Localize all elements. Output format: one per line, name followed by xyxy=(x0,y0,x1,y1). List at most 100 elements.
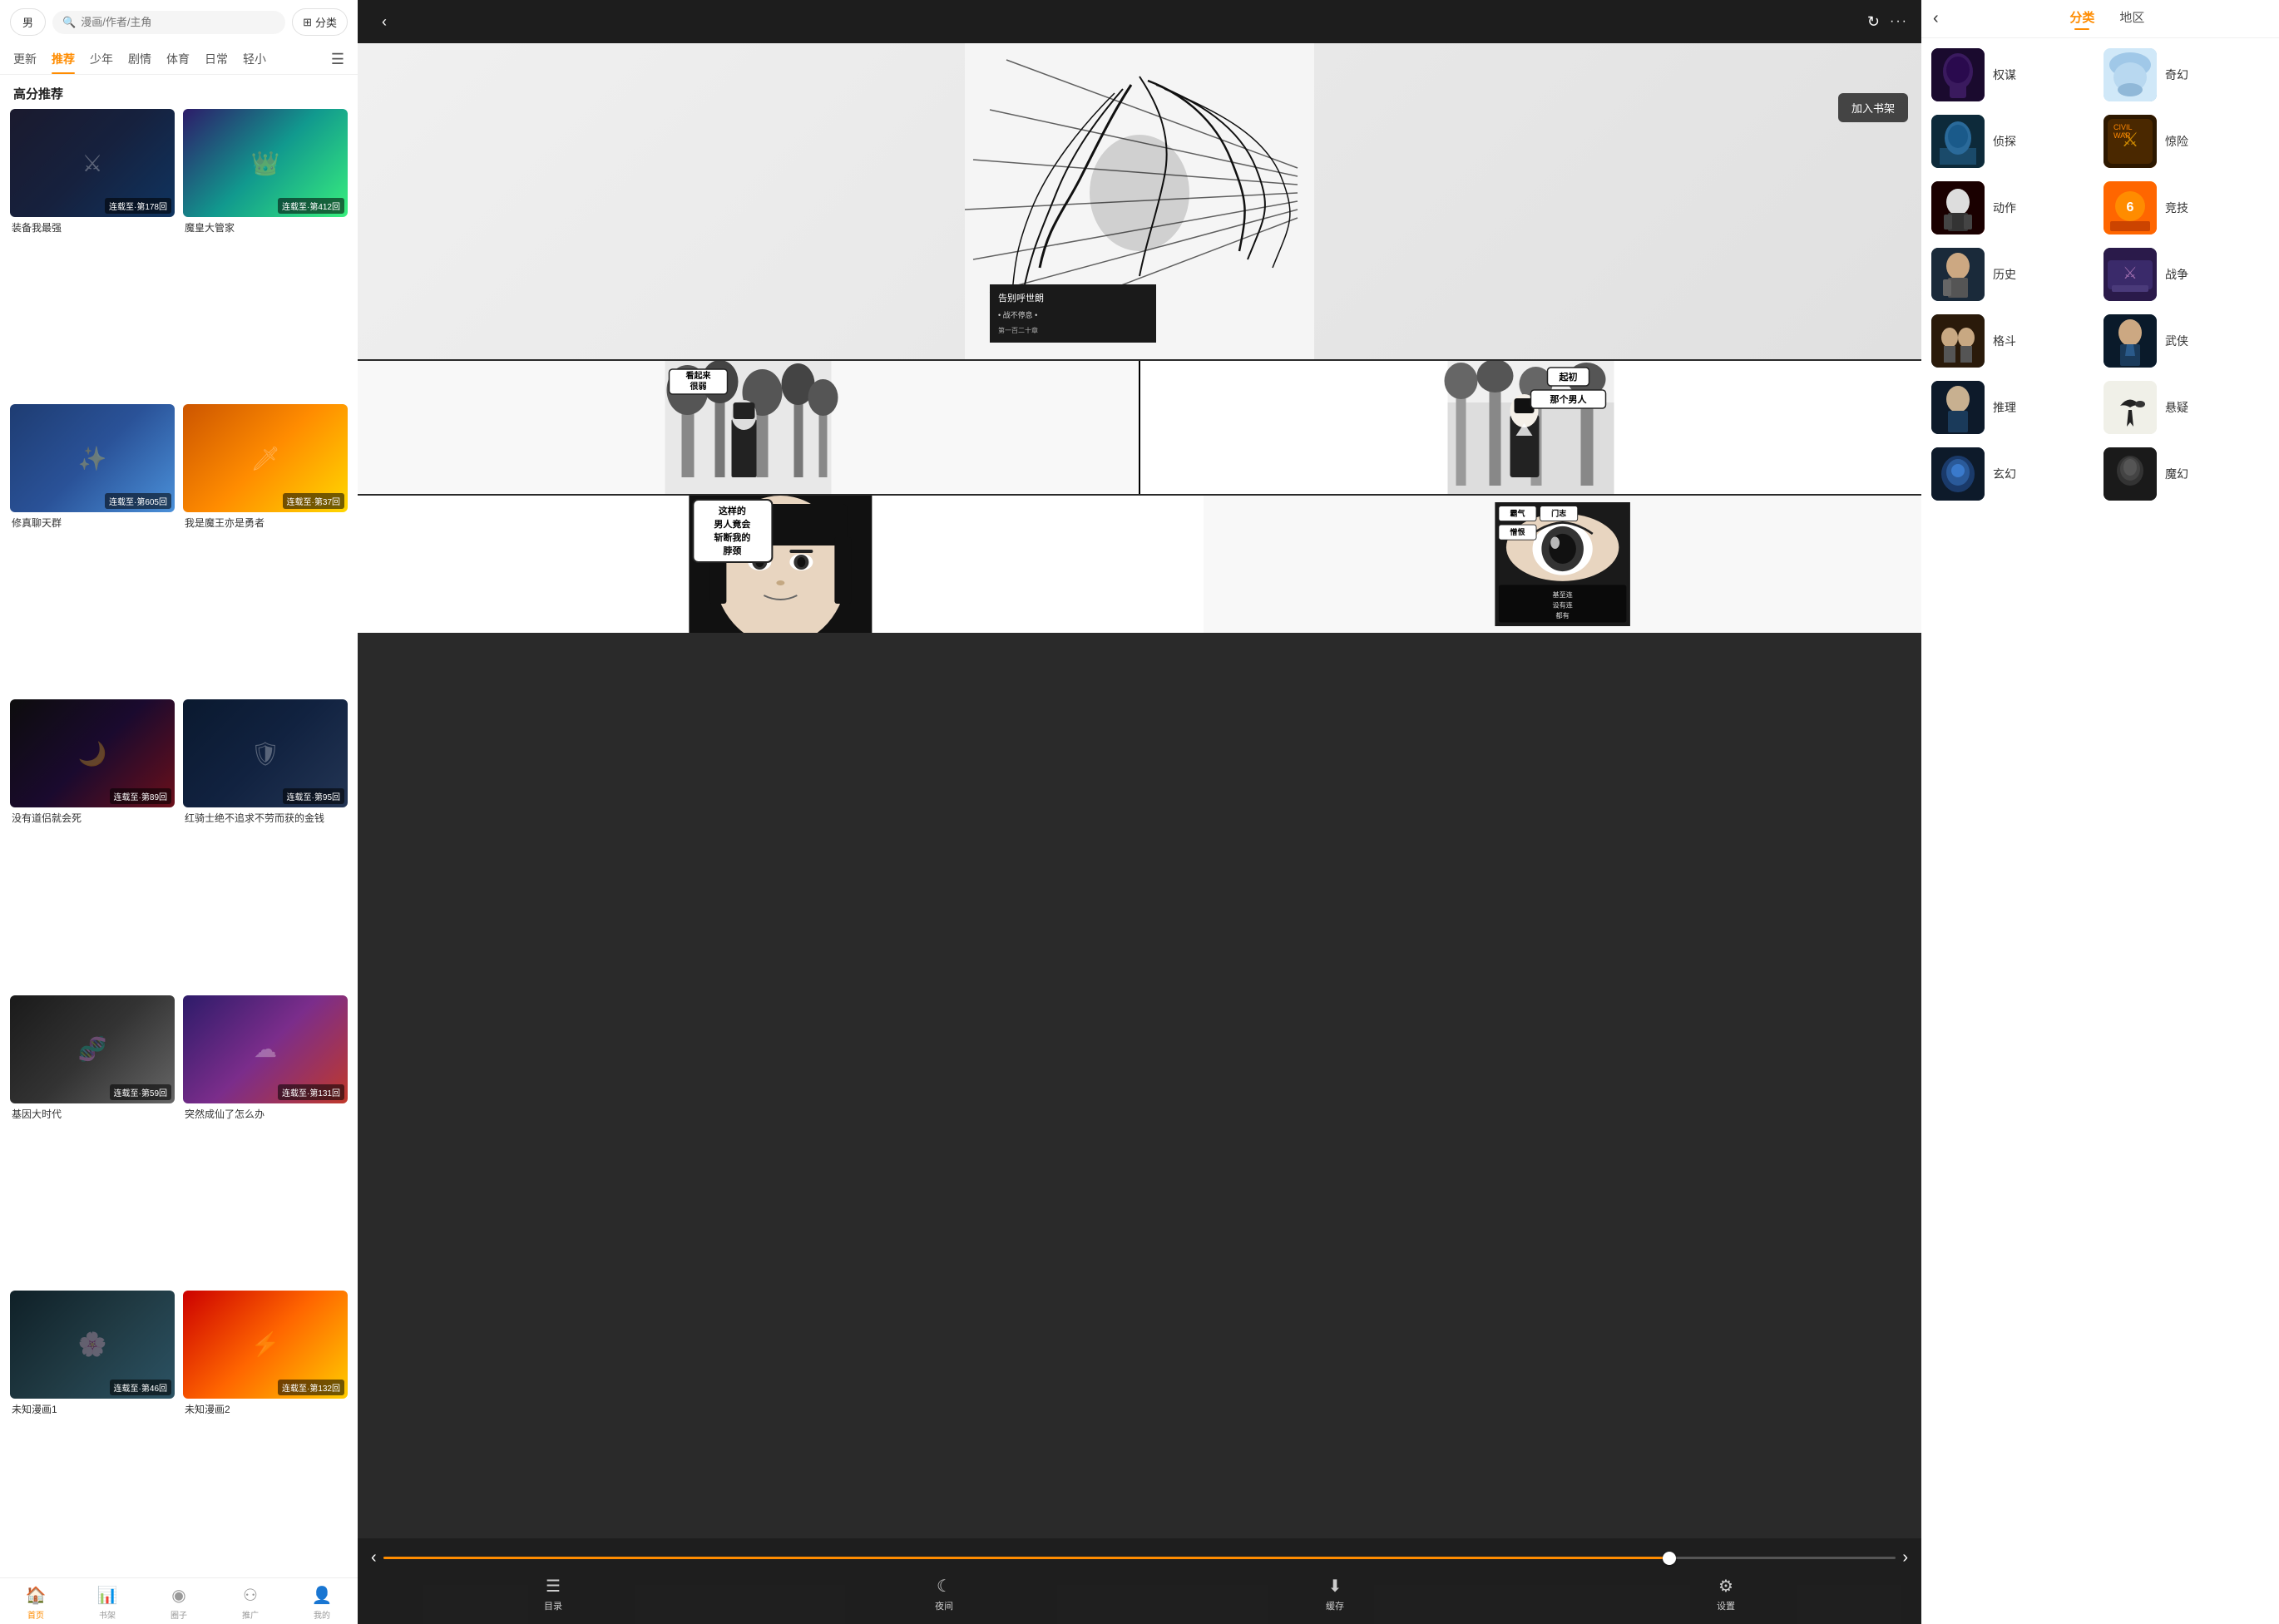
list-item[interactable]: 🌸 连载至·第46回 未知漫画1 xyxy=(10,1291,175,1577)
tab-light[interactable]: 轻小 xyxy=(243,44,266,74)
download-icon: ⬇ xyxy=(1328,1576,1342,1597)
progress-thumb[interactable] xyxy=(1663,1552,1676,1565)
svg-text:斩断我的: 斩断我的 xyxy=(714,531,750,543)
list-item[interactable]: 👑 连载至·第412回 魔皇大管家 xyxy=(183,109,348,396)
manga-thumb-7: 🧬 连载至·第59回 xyxy=(10,995,175,1103)
genre-thumb-lishi xyxy=(1931,248,1985,301)
section-title: 高分推荐 xyxy=(0,75,358,109)
tab-shonen[interactable]: 少年 xyxy=(90,44,113,74)
list-item[interactable]: 🌙 连载至·第89回 没有道侣就会死 xyxy=(10,699,175,986)
manga-thumb-5: 🌙 连载至·第89回 xyxy=(10,699,175,807)
progress-next-button[interactable]: › xyxy=(1902,1548,1908,1567)
progress-track[interactable] xyxy=(383,1557,1896,1559)
manga-badge-5: 连载至·第89回 xyxy=(110,788,171,804)
manga-title-6: 红骑士绝不追求不劳而获的金钱 xyxy=(183,811,348,825)
svg-text:WAR: WAR xyxy=(2113,131,2131,140)
add-shelf-button[interactable]: 加入书架 xyxy=(1838,93,1908,122)
tab-daily[interactable]: 日常 xyxy=(205,44,228,74)
settings-button[interactable]: ⚙ 设置 xyxy=(1717,1576,1735,1612)
genre-label-qihuan: 奇幻 xyxy=(2165,67,2188,83)
list-item[interactable]: 🛡 连载至·第95回 红骑士绝不追求不劳而获的金钱 xyxy=(183,699,348,986)
list-item[interactable]: ✨ 连载至·第605回 修真聊天群 xyxy=(10,404,175,691)
tab-category[interactable]: 分类 xyxy=(2069,8,2094,29)
reader-content[interactable]: 加入书架 xyxy=(358,43,1921,1538)
list-item[interactable]: ⚡ 连载至·第132回 未知漫画2 xyxy=(183,1291,348,1577)
svg-text:6: 6 xyxy=(2127,200,2134,215)
search-bar[interactable]: 🔍 xyxy=(52,11,285,34)
page-3-right-panel: 霸气 门志 憎恨 基至连 设有连 都有 xyxy=(1204,496,1921,633)
genre-item-xuanhuan[interactable]: 玄幻 xyxy=(1931,444,2097,504)
genre-item-tuili[interactable]: 推理 xyxy=(1931,378,2097,437)
list-item[interactable]: 🧬 连载至·第59回 基因大时代 xyxy=(10,995,175,1282)
list-item[interactable]: ☁ 连载至·第131回 突然成仙了怎么办 xyxy=(183,995,348,1282)
reader-refresh-button[interactable]: ↻ xyxy=(1867,13,1880,31)
more-icon[interactable]: ☰ xyxy=(331,51,344,68)
gender-button[interactable]: 男 xyxy=(10,8,46,36)
right-back-button[interactable]: ‹ xyxy=(1933,9,1939,28)
genre-item-zhentan[interactable]: 侦探 xyxy=(1931,111,2097,171)
genre-item-zhanzheng[interactable]: ⚔ 战争 xyxy=(2104,244,2269,304)
reader-back-button[interactable]: ‹ xyxy=(371,8,398,35)
manga-badge-9: 连载至·第46回 xyxy=(110,1380,171,1395)
nav-promote[interactable]: ⚇ 推广 xyxy=(215,1585,286,1621)
tab-region[interactable]: 地区 xyxy=(2119,8,2144,29)
manga-badge-3: 连载至·第605回 xyxy=(105,493,171,509)
genre-label-lishi: 历史 xyxy=(1993,266,2016,283)
right-panel: ‹ 分类 地区 权谋 xyxy=(1921,0,2279,1624)
genre-thumb-xuanyi xyxy=(2104,381,2157,434)
genre-label-quanmou: 权谋 xyxy=(1993,67,2016,83)
middle-panel: ‹ ↻ ··· 加入书架 xyxy=(358,0,1921,1624)
genre-label-zhentan: 侦探 xyxy=(1993,133,2016,150)
catalog-button[interactable]: ☰ 目录 xyxy=(544,1576,562,1612)
list-item[interactable]: 🗡 连载至·第37回 我是魔王亦是勇者 xyxy=(183,404,348,691)
genre-item-mohuan[interactable]: 魔幻 xyxy=(2104,444,2269,504)
genre-thumb-jingji: 6 xyxy=(2104,181,2157,234)
cache-button[interactable]: ⬇ 缓存 xyxy=(1326,1576,1344,1612)
genre-label-tuili: 推理 xyxy=(1993,399,2016,416)
profile-icon: 👤 xyxy=(312,1585,333,1606)
genre-item-lishi[interactable]: 历史 xyxy=(1931,244,2097,304)
manga-badge-7: 连载至·第59回 xyxy=(110,1084,171,1100)
genre-item-wuxia[interactable]: 武侠 xyxy=(2104,311,2269,371)
genre-item-jingxian[interactable]: ⚔ CIVIL WAR 惊险 xyxy=(2104,111,2269,171)
genre-thumb-zhanzheng: ⚔ xyxy=(2104,248,2157,301)
genre-item-dongzuo[interactable]: 动作 xyxy=(1931,178,2097,238)
page-3-left-panel: 这样的 男人竟会 斩断我的 脖颈 xyxy=(358,496,1204,633)
reader-more-button[interactable]: ··· xyxy=(1890,14,1908,29)
cache-label: 缓存 xyxy=(1326,1599,1344,1612)
classify-button[interactable]: ⊞ 分类 xyxy=(292,8,348,36)
manga-title-3: 修真聊天群 xyxy=(10,516,175,530)
genre-row-4: 历史 ⚔ 战争 xyxy=(1931,244,2269,304)
tab-recommend[interactable]: 推荐 xyxy=(52,44,75,74)
genre-item-quanmou[interactable]: 权谋 xyxy=(1931,45,2097,105)
genre-item-gedou[interactable]: 格斗 xyxy=(1931,311,2097,371)
nav-bookshelf[interactable]: 📊 书架 xyxy=(72,1585,143,1621)
manga-page-3: 这样的 男人竟会 斩断我的 脖颈 xyxy=(358,496,1921,633)
genre-item-xuanyi[interactable]: 悬疑 xyxy=(2104,378,2269,437)
genre-item-qihuan[interactable]: 奇幻 xyxy=(2104,45,2269,105)
tab-drama[interactable]: 剧情 xyxy=(128,44,151,74)
list-item[interactable]: ⚔ 连载至·第178回 装备我最强 xyxy=(10,109,175,396)
settings-label: 设置 xyxy=(1717,1599,1735,1612)
nightmode-button[interactable]: ☾ 夜间 xyxy=(935,1576,953,1612)
nav-circle[interactable]: ◉ 圈子 xyxy=(143,1585,215,1621)
manga-thumb-4: 🗡 连载至·第37回 xyxy=(183,404,348,512)
nav-home-label: 首页 xyxy=(27,1608,44,1621)
nav-home[interactable]: 🏠 首页 xyxy=(0,1585,72,1621)
svg-text:都有: 都有 xyxy=(1555,611,1569,619)
tab-update[interactable]: 更新 xyxy=(13,44,37,74)
svg-text:告别呼世朗: 告别呼世朗 xyxy=(998,293,1044,304)
genre-thumb-wuxia xyxy=(2104,314,2157,368)
catalog-label: 目录 xyxy=(544,1599,562,1612)
tab-sports[interactable]: 体育 xyxy=(166,44,190,74)
svg-text:这样的: 这样的 xyxy=(719,505,746,516)
genre-item-jingji[interactable]: 6 竞技 xyxy=(2104,178,2269,238)
nav-profile[interactable]: 👤 我的 xyxy=(286,1585,358,1621)
search-input[interactable] xyxy=(81,16,275,28)
left-panel: 男 🔍 ⊞ 分类 更新 推荐 少年 剧情 体育 日常 轻小 ☰ 高分推荐 ⚔ 连… xyxy=(0,0,358,1624)
promote-icon: ⚇ xyxy=(243,1585,258,1606)
genre-row-2: 侦探 ⚔ CIVIL WAR 惊险 xyxy=(1931,111,2269,171)
progress-prev-button[interactable]: ‹ xyxy=(371,1548,377,1567)
genre-label-gedou: 格斗 xyxy=(1993,333,2016,349)
manga-thumb-2: 👑 连载至·第412回 xyxy=(183,109,348,217)
